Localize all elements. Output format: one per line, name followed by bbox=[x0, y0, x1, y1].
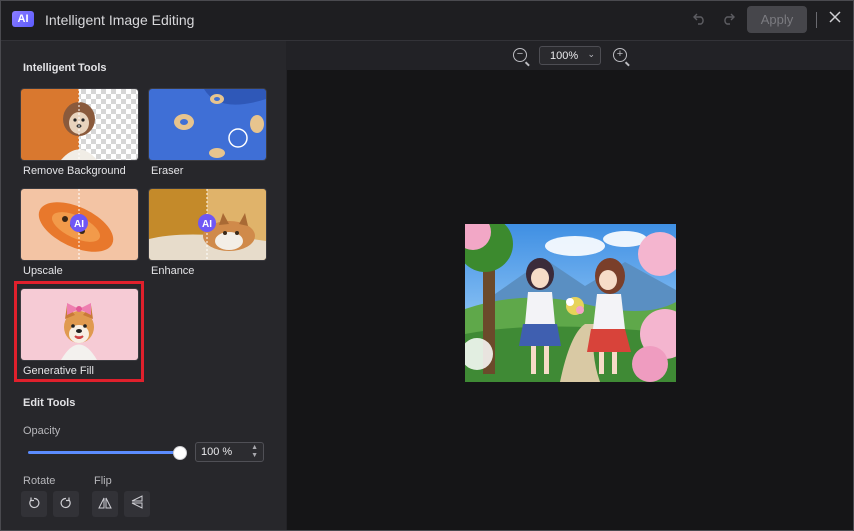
flip-horizontal-icon bbox=[98, 497, 112, 509]
anime-illustration bbox=[465, 224, 676, 382]
eraser-thumbnail bbox=[149, 89, 266, 160]
flip-label: Flip bbox=[94, 475, 112, 487]
app-window: AI Intelligent Image Editing Apply Intel… bbox=[0, 0, 854, 531]
flip-vertical-icon bbox=[131, 495, 143, 509]
toolbar-divider bbox=[816, 12, 817, 28]
upscale-thumbnail: AI bbox=[21, 189, 138, 260]
opacity-label: Opacity bbox=[23, 425, 61, 437]
zoom-out-icon[interactable]: − bbox=[513, 48, 527, 62]
remove-background-label: Remove Background bbox=[23, 165, 126, 177]
flip-horizontal-button[interactable] bbox=[92, 491, 118, 517]
title-bar: AI Intelligent Image Editing Apply bbox=[1, 1, 853, 41]
remove-background-thumbnail bbox=[21, 89, 138, 160]
app-logo: AI bbox=[12, 11, 34, 27]
enhance-thumbnail: AI bbox=[149, 189, 266, 260]
rotate-left-button[interactable] bbox=[21, 491, 47, 517]
zoom-in-icon[interactable]: + bbox=[613, 48, 627, 62]
enhance-card[interactable]: AI bbox=[148, 188, 267, 261]
tools-panel: Intelligent Tools Remove Background Eras… bbox=[1, 41, 286, 530]
upscale-card[interactable]: AI bbox=[20, 188, 139, 261]
apply-button[interactable]: Apply bbox=[747, 6, 807, 33]
window-title: Intelligent Image Editing bbox=[45, 12, 195, 28]
opacity-slider-thumb[interactable] bbox=[173, 446, 187, 460]
intelligent-tools-title: Intelligent Tools bbox=[23, 62, 107, 74]
zoom-toolbar: − 100% ⌄ + bbox=[287, 41, 853, 70]
rotate-label: Rotate bbox=[23, 475, 56, 487]
close-icon[interactable] bbox=[827, 11, 843, 27]
upscale-label: Upscale bbox=[23, 265, 63, 277]
rotate-right-button[interactable] bbox=[53, 491, 79, 517]
enhance-label: Enhance bbox=[151, 265, 195, 277]
zoom-value: 100% bbox=[550, 50, 579, 62]
selection-highlight bbox=[14, 281, 144, 382]
undo-icon[interactable] bbox=[691, 11, 709, 29]
opacity-input[interactable]: 100 % ▲ ▼ bbox=[195, 442, 264, 462]
remove-background-card[interactable] bbox=[20, 88, 139, 161]
redo-icon[interactable] bbox=[719, 11, 737, 29]
svg-text:AI: AI bbox=[74, 219, 84, 230]
rotate-left-icon bbox=[29, 497, 40, 509]
svg-text:AI: AI bbox=[202, 219, 212, 230]
opacity-value: 100 % bbox=[201, 446, 233, 458]
zoom-select[interactable]: 100% ⌄ bbox=[539, 46, 601, 65]
flip-vertical-button[interactable] bbox=[124, 491, 150, 517]
rotate-right-icon bbox=[60, 497, 71, 509]
preview-image[interactable] bbox=[465, 224, 676, 382]
opacity-stepper-icon[interactable]: ▲ ▼ bbox=[251, 444, 258, 460]
canvas-area: − 100% ⌄ + bbox=[287, 41, 853, 530]
opacity-slider-track[interactable] bbox=[28, 451, 180, 454]
chevron-down-icon: ⌄ bbox=[587, 49, 595, 59]
eraser-label: Eraser bbox=[151, 165, 184, 177]
edit-tools-title: Edit Tools bbox=[23, 397, 76, 409]
eraser-card[interactable] bbox=[148, 88, 267, 161]
